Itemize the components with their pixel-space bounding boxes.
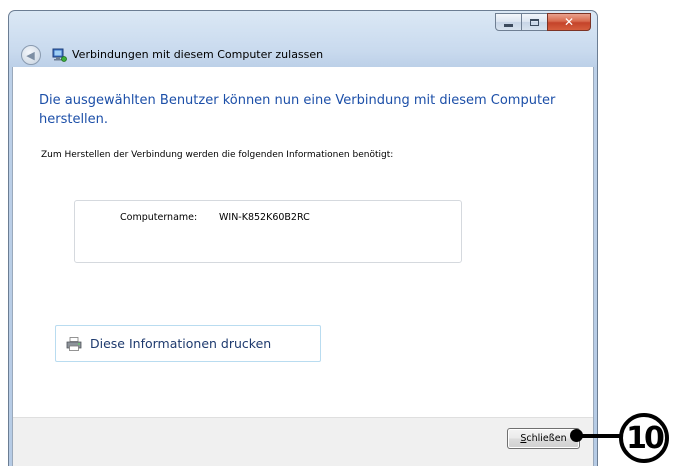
maximize-icon bbox=[530, 18, 539, 26]
close-button[interactable]: Schließen bbox=[507, 428, 580, 449]
step-number-badge: 10 bbox=[619, 413, 669, 463]
maximize-button[interactable] bbox=[521, 13, 548, 31]
dialog-content: Die ausgewählten Benutzer können nun ein… bbox=[12, 67, 594, 466]
main-heading: Die ausgewählten Benutzer können nun ein… bbox=[39, 93, 556, 127]
close-icon: ✕ bbox=[563, 15, 575, 29]
dialog-window: ✕ ◀ Verbindungen mit diesem Computer zul… bbox=[8, 10, 598, 466]
computer-info-box: Computername: WIN-K852K60B2RC bbox=[74, 200, 462, 263]
back-button[interactable]: ◀ bbox=[21, 45, 41, 65]
instruction-text: Zum Herstellen der Verbindung werden die… bbox=[41, 150, 394, 160]
computer-name-value: WIN-K852K60B2RC bbox=[219, 212, 310, 223]
print-info-link[interactable]: Diese Informationen drucken bbox=[55, 325, 321, 362]
caption-buttons: ✕ bbox=[495, 13, 591, 31]
dialog-footer: Schließen bbox=[13, 417, 593, 466]
window-title: Verbindungen mit diesem Computer zulasse… bbox=[72, 48, 324, 61]
back-arrow-icon: ◀ bbox=[26, 48, 35, 62]
print-link-label: Diese Informationen drucken bbox=[90, 336, 272, 351]
minimize-icon bbox=[504, 23, 513, 27]
callout-dot bbox=[570, 429, 583, 442]
computer-name-label: Computername: bbox=[120, 212, 198, 223]
close-button-label: chließen bbox=[526, 433, 567, 444]
network-computer-icon bbox=[52, 48, 67, 62]
minimize-button[interactable] bbox=[495, 13, 522, 31]
title-bar[interactable]: ✕ ◀ Verbindungen mit diesem Computer zul… bbox=[9, 11, 597, 67]
printer-icon bbox=[66, 336, 82, 351]
close-window-button[interactable]: ✕ bbox=[547, 13, 591, 31]
callout-line bbox=[577, 434, 621, 438]
